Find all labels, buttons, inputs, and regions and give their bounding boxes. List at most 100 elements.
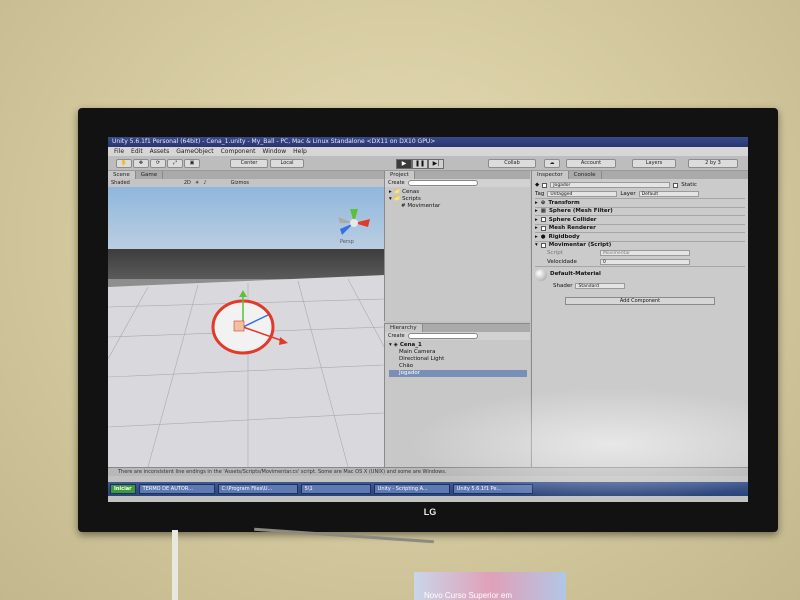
project-search-input[interactable]: [407, 180, 478, 186]
start-button[interactable]: Iniciar: [110, 484, 136, 494]
renderer-checkbox[interactable]: [540, 225, 546, 231]
menu-file[interactable]: File: [114, 148, 124, 155]
rect-tool-button[interactable]: ▣: [184, 159, 200, 168]
play-button[interactable]: ▶: [396, 159, 412, 169]
scene-viewport[interactable]: Persp: [108, 187, 384, 467]
step-button[interactable]: ▶|: [428, 159, 444, 169]
taskbar-item-program-files[interactable]: C:\Program Files\U...: [217, 484, 298, 494]
object-name-field[interactable]: Jogador: [550, 182, 671, 189]
play-controls: ▶ ❚❚ ▶|: [396, 159, 444, 169]
tag-dropdown[interactable]: Untagged: [547, 190, 618, 197]
project-folder-scripts[interactable]: ▾ 📁 Scripts: [389, 196, 440, 203]
menu-edit[interactable]: Edit: [131, 148, 143, 155]
main-toolbar: ✋ ✥ ⟳ ⤢ ▣ Center Local ▶ ❚❚ ▶| Collab ☁ …: [108, 156, 748, 171]
hierarchy-list: ▾ ◈ Cena_1 Main Camera Directional Light…: [389, 342, 527, 377]
project-create-button[interactable]: Create: [388, 180, 405, 186]
tab-project[interactable]: Project: [385, 171, 415, 179]
hierarchy-item-main-camera[interactable]: Main Camera: [389, 349, 527, 356]
move-tool-button[interactable]: ✥: [133, 159, 149, 168]
component-rigidbody[interactable]: ▸ ● Rigidbody: [535, 232, 745, 241]
component-transform[interactable]: ▸ ⊕ Transform: [535, 198, 745, 207]
hierarchy-scene-root[interactable]: ▾ ◈ Cena_1: [389, 342, 527, 349]
menu-component[interactable]: Component: [221, 148, 256, 155]
component-mesh-filter[interactable]: ▸ ▦ Sphere (Mesh Filter): [535, 206, 745, 216]
window-title: Unity 5.6.1f1 Personal (64bit) - Cena_1.…: [108, 137, 748, 147]
rigidbody-icon: ●: [540, 233, 546, 240]
taskbar-item-termo[interactable]: TERMO DE AUTOR...: [138, 484, 215, 494]
velocidade-input[interactable]: 0: [600, 258, 690, 265]
project-script-movimentar[interactable]: # Movimentar: [389, 203, 440, 210]
inspector-tabs: Inspector Console: [532, 171, 748, 179]
pivot-local-button[interactable]: Local: [270, 159, 304, 168]
material-preview-icon: [535, 268, 547, 281]
tab-hierarchy[interactable]: Hierarchy: [385, 324, 423, 332]
layer-label: Layer: [620, 190, 636, 197]
hierarchy-create-button[interactable]: Create: [388, 333, 405, 339]
hierarchy-item-jogador[interactable]: Jogador: [389, 370, 527, 377]
component-script[interactable]: ▾ Movimentar (Script): [535, 240, 745, 250]
rotate-tool-button[interactable]: ⟳: [150, 159, 166, 168]
taskbar-item-unity-editor[interactable]: Unity 5.6.1f1 Pe...: [452, 484, 533, 494]
console-status-bar[interactable]: There are inconsistent line endings in t…: [108, 467, 748, 476]
menu-window[interactable]: Window: [262, 148, 286, 155]
collab-button[interactable]: Collab: [488, 159, 536, 168]
lighting-icon[interactable]: ☀: [195, 180, 199, 186]
tab-game[interactable]: Game: [136, 171, 164, 179]
script-field-label: Script: [547, 250, 563, 256]
menu-assets[interactable]: Assets: [150, 148, 170, 155]
project-panel: Project Create ▸ 📁 Cenas ▾ 📁 Scripts # M…: [384, 171, 530, 321]
layers-dropdown[interactable]: Layers: [632, 159, 676, 168]
shader-dropdown[interactable]: Standard: [575, 283, 626, 290]
cloud-icon[interactable]: ☁: [544, 159, 560, 168]
hand-tool-button[interactable]: ✋: [116, 159, 132, 168]
tv-brand-logo: LG: [423, 507, 437, 517]
material-section[interactable]: Default-Material: [535, 266, 745, 282]
hierarchy-item-chao[interactable]: Chão: [389, 363, 527, 370]
script-checkbox[interactable]: [540, 242, 546, 248]
menu-bar: File Edit Assets GameObject Component Wi…: [108, 147, 748, 156]
audio-icon[interactable]: ♪: [203, 180, 206, 186]
gizmos-dropdown[interactable]: Gizmos: [231, 180, 249, 186]
tab-console[interactable]: Console: [569, 171, 602, 179]
account-dropdown[interactable]: Account: [566, 159, 616, 168]
script-field[interactable]: Movimentar: [600, 250, 690, 257]
tag-label: Tag: [535, 190, 545, 197]
tv-screen: Unity 5.6.1f1 Personal (64bit) - Cena_1.…: [108, 137, 748, 502]
component-sphere-collider[interactable]: ▸ Sphere Collider: [535, 215, 745, 224]
layer-dropdown[interactable]: Default: [638, 190, 699, 197]
tab-inspector[interactable]: Inspector: [532, 171, 569, 179]
project-tree: ▸ 📁 Cenas ▾ 📁 Scripts # Movimentar: [389, 189, 440, 210]
shading-mode-dropdown[interactable]: Shaded: [111, 180, 130, 186]
cube-icon: ◆: [535, 182, 540, 188]
hierarchy-item-directional-light[interactable]: Directional Light: [389, 356, 527, 363]
taskbar-item-folder[interactable]: 5\1: [300, 484, 371, 494]
hierarchy-panel: Hierarchy Create ▾ ◈ Cena_1 Main Camera …: [384, 323, 530, 467]
scene-panel: Scene Game Shaded 2D ☀ ♪ Gizmos Persp: [108, 171, 384, 467]
collider-checkbox[interactable]: [540, 217, 546, 223]
scale-tool-button[interactable]: ⤢: [167, 159, 183, 168]
project-subbar: Create: [385, 179, 530, 187]
tab-scene[interactable]: Scene: [108, 171, 136, 179]
menu-gameobject[interactable]: GameObject: [176, 148, 213, 155]
wall-cable: [172, 530, 178, 600]
poster-text: Novo Curso Superior em: [424, 591, 513, 600]
mesh-icon: ▦: [540, 208, 546, 214]
active-checkbox[interactable]: [542, 182, 548, 188]
add-component-button[interactable]: Add Component: [565, 296, 715, 305]
layout-dropdown[interactable]: 2 by 3: [688, 159, 738, 168]
pivot-center-button[interactable]: Center: [230, 159, 268, 168]
scene-toolbar: Shaded 2D ☀ ♪ Gizmos: [108, 179, 384, 187]
hierarchy-search-input[interactable]: [407, 333, 478, 339]
project-folder-cenas[interactable]: ▸ 📁 Cenas: [389, 189, 440, 196]
static-checkbox[interactable]: [673, 182, 679, 188]
component-mesh-renderer[interactable]: ▸ Mesh Renderer: [535, 223, 745, 233]
pause-button[interactable]: ❚❚: [412, 159, 428, 169]
material-name: Default-Material: [550, 271, 601, 278]
mode-2d-toggle[interactable]: 2D: [184, 180, 191, 186]
menu-help[interactable]: Help: [293, 148, 307, 155]
inspector-body: ◆ Jogador Static Tag Untagged Layer Defa…: [535, 181, 745, 305]
taskbar-item-unity-scripting[interactable]: Unity - Scripting A...: [373, 484, 450, 494]
orientation-gizmo-icon[interactable]: [334, 205, 374, 241]
project-tabs: Project: [385, 171, 530, 179]
shader-label: Shader: [553, 283, 573, 289]
